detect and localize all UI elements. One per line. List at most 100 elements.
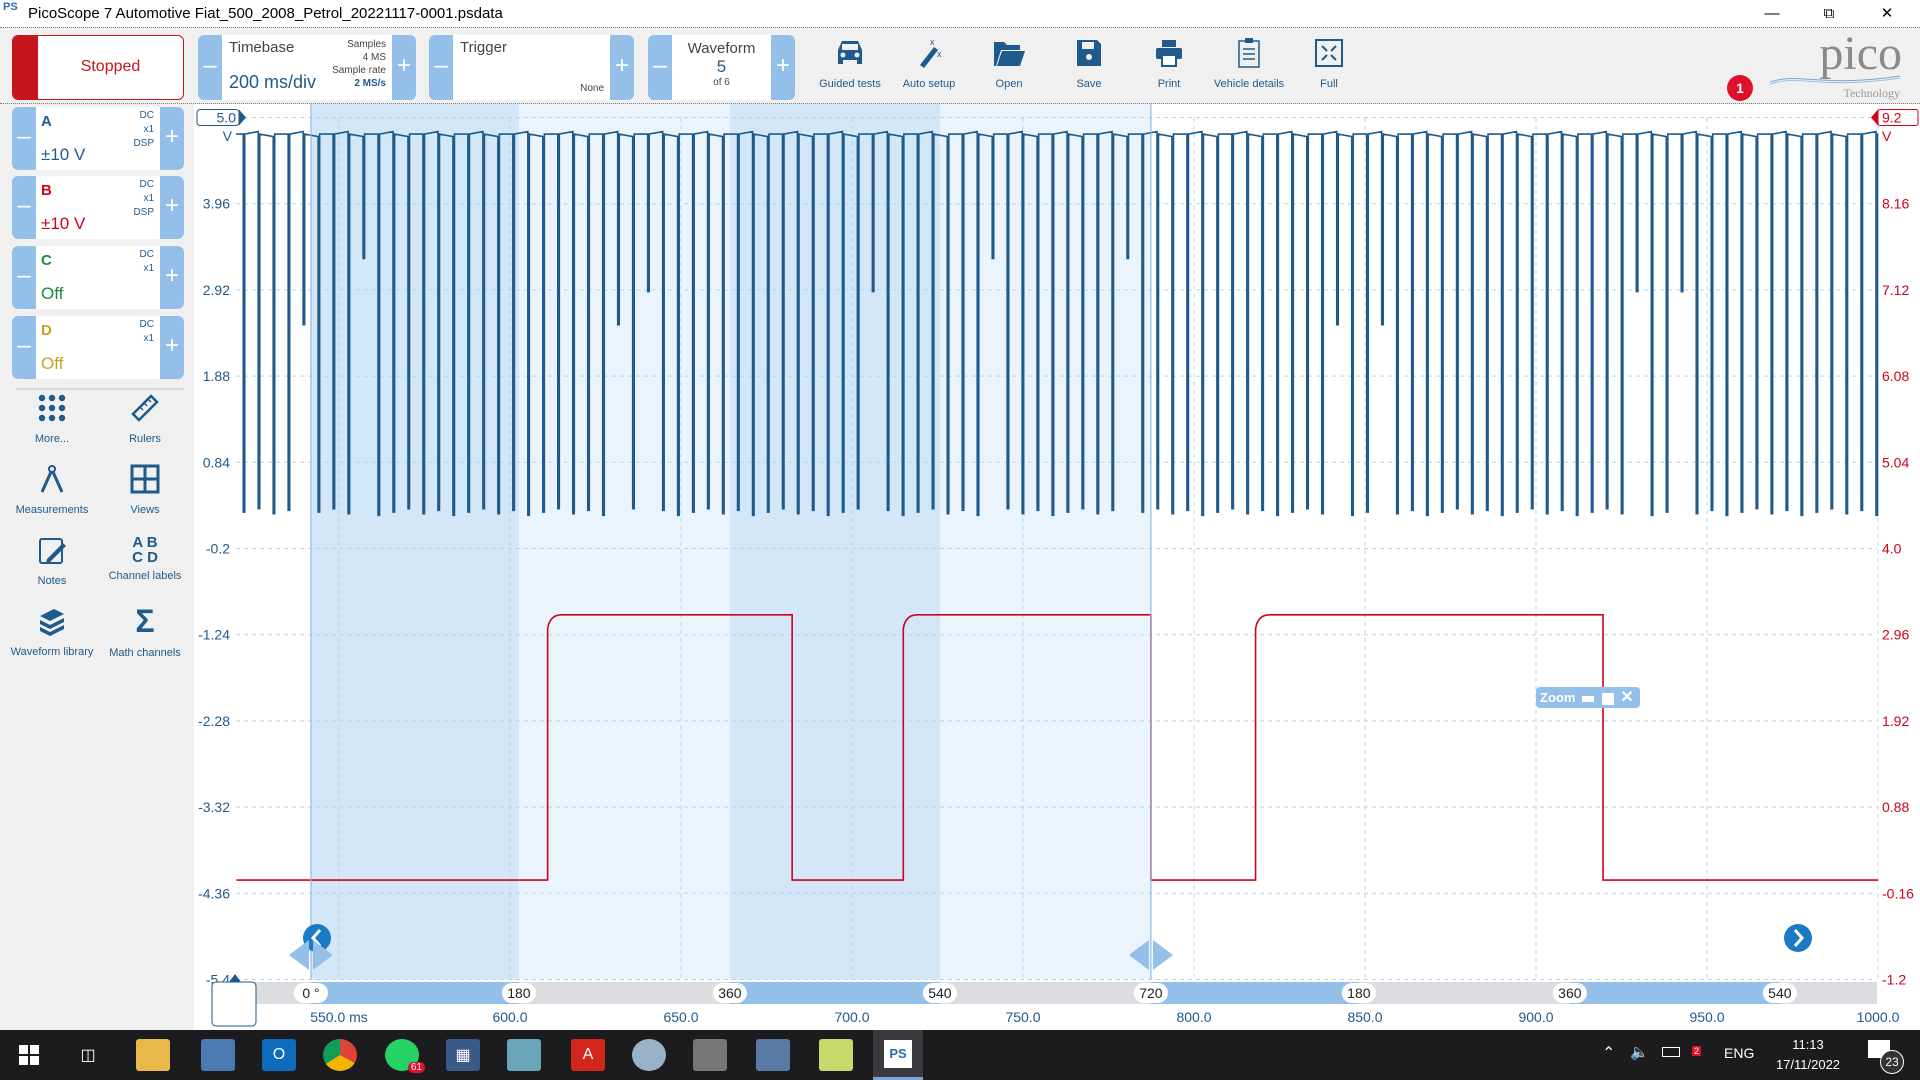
channel-b-coupling: DC xyxy=(139,179,154,190)
right-axis-tick-label: 4.0 xyxy=(1882,541,1902,557)
file-explorer-icon[interactable] xyxy=(136,1039,170,1071)
waveform-previous-button[interactable]: – xyxy=(648,35,672,100)
volume-icon[interactable]: 🔈 xyxy=(1630,1043,1649,1061)
run-stop-button[interactable]: Stopped xyxy=(12,35,184,100)
channel-a-range[interactable]: ±10 V xyxy=(41,145,85,165)
save-button[interactable]: Save xyxy=(1049,34,1129,90)
timebase-increase-button[interactable]: + xyxy=(392,35,416,100)
scope-view[interactable]: 5.0 3.96 2.92 1.88 0.84 -0.2 -1.24 -2.28 -3.32 -4… xyxy=(194,104,1920,1030)
taskbar-app-icon[interactable] xyxy=(756,1039,790,1071)
channel-c-range[interactable]: Off xyxy=(41,284,63,304)
channel-c-control[interactable]: – C Off DC x1 + xyxy=(12,246,184,309)
waveform-label: Waveform xyxy=(687,40,756,57)
printer-icon xyxy=(1129,34,1209,72)
clock[interactable]: 11:13 17/11/2022 xyxy=(1768,1035,1848,1075)
channel-b-range-increase[interactable]: + xyxy=(160,176,184,239)
sample-rate-value: 2 MS/s xyxy=(354,78,386,89)
show-hidden-icons[interactable]: ⌃ xyxy=(1602,1043,1615,1063)
tray-app-badge[interactable]: 2 xyxy=(1692,1046,1702,1056)
auto-setup-button[interactable]: xx Auto setup xyxy=(889,34,969,90)
channel-d-range-increase[interactable]: + xyxy=(160,316,184,379)
notification-badge[interactable]: 1 xyxy=(1727,75,1753,101)
channel-c-range-decrease[interactable]: – xyxy=(12,246,36,309)
channel-d-range[interactable]: Off xyxy=(41,354,63,374)
guided-tests-label: Guided tests xyxy=(819,78,881,90)
auto-setup-label: Auto setup xyxy=(902,78,956,90)
full-label: Full xyxy=(1320,78,1338,90)
channel-a-range-decrease[interactable]: – xyxy=(12,107,36,170)
channel-a-control[interactable]: – A ±10 V DC x1 DSP + xyxy=(12,107,184,170)
wand-icon: xx xyxy=(889,34,969,72)
whatsapp-badge: 61 xyxy=(407,1062,425,1073)
library-icon xyxy=(40,609,64,636)
channel-labels-button[interactable]: A BC D Channel labels xyxy=(100,535,190,583)
paint-icon[interactable] xyxy=(632,1039,666,1071)
x-axis-tick-label: 750.0 xyxy=(1005,1009,1040,1025)
calculator-icon[interactable]: ▦ xyxy=(446,1039,480,1071)
channel-b-range-decrease[interactable]: – xyxy=(12,176,36,239)
zoom-minimize-icon[interactable] xyxy=(1582,695,1595,702)
picoscope-taskbar-button[interactable]: PS xyxy=(873,1030,923,1080)
notes-button[interactable]: Notes xyxy=(7,535,97,588)
chevron-right-icon xyxy=(1784,924,1812,952)
language-indicator[interactable]: ENG xyxy=(1724,1045,1754,1061)
channel-c-range-increase[interactable]: + xyxy=(160,246,184,309)
guided-tests-button[interactable]: Guided tests xyxy=(810,34,890,90)
channel-d-range-decrease[interactable]: – xyxy=(12,316,36,379)
right-axis-tick-label: 0.88 xyxy=(1882,799,1909,815)
waveform-selector[interactable]: Waveform 5 of 6 xyxy=(672,35,771,100)
close-button[interactable]: ✕ xyxy=(1865,2,1909,26)
timebase-value: 200 ms/div xyxy=(229,72,317,92)
battery-icon[interactable] xyxy=(1662,1047,1680,1057)
taskbar-app-icon[interactable] xyxy=(201,1039,235,1071)
channel-d-control[interactable]: – D Off DC x1 + xyxy=(12,316,184,379)
waveform-library-label: Waveform library xyxy=(10,646,94,658)
taskbar-app-icon[interactable] xyxy=(507,1039,541,1071)
picoscope-icon: PS xyxy=(884,1040,912,1068)
channel-b-range[interactable]: ±10 V xyxy=(41,214,85,234)
views-button[interactable]: Views xyxy=(100,464,190,517)
chrome-icon[interactable] xyxy=(323,1039,357,1071)
sample-rate-label: Sample rate xyxy=(332,65,386,76)
open-button[interactable]: Open xyxy=(969,34,1049,90)
timebase-decrease-button[interactable]: – xyxy=(198,35,222,100)
acrobat-icon[interactable]: A xyxy=(571,1039,605,1071)
whatsapp-icon[interactable]: 61 xyxy=(385,1039,425,1073)
scroll-right-button[interactable] xyxy=(1784,924,1812,952)
channel-b-control[interactable]: – B ±10 V DC x1 DSP + xyxy=(12,176,184,239)
waveform-next-button[interactable]: + xyxy=(771,35,795,100)
zoom-close-icon[interactable]: ✕ xyxy=(1620,689,1633,706)
vehicle-details-button[interactable]: Vehicle details xyxy=(1209,34,1289,90)
x-axis-tick-label: 800.0 xyxy=(1176,1009,1211,1025)
trigger-increase-button[interactable]: + xyxy=(610,35,634,100)
more-button[interactable]: More... xyxy=(7,393,97,446)
math-channels-button[interactable]: Σ Math channels xyxy=(100,605,190,660)
views-icon xyxy=(130,464,160,494)
waveform-library-button[interactable]: Waveform library xyxy=(7,606,97,659)
left-axis-tick-label: 2.92 xyxy=(203,282,230,298)
waveform-total: of 6 xyxy=(713,77,730,88)
minimize-button[interactable]: — xyxy=(1750,2,1794,26)
start-button[interactable] xyxy=(12,1039,46,1071)
channel-b-name: B xyxy=(41,182,52,199)
full-screen-button[interactable]: Full xyxy=(1289,34,1369,90)
compass-icon xyxy=(40,465,64,493)
outlook-icon[interactable]: O xyxy=(262,1039,296,1071)
rulers-button[interactable]: Rulers xyxy=(100,393,190,446)
taskbar-app-icon[interactable] xyxy=(693,1039,727,1071)
zoom-overview-widget[interactable]: Zoom ✕ xyxy=(1536,687,1640,708)
timebase-control[interactable]: Timebase 200 ms/div Samples 4 MS Sample … xyxy=(222,35,392,100)
zoom-maximize-icon[interactable] xyxy=(1601,692,1614,705)
right-axis-unit: V xyxy=(1882,128,1892,144)
trigger-control[interactable]: Trigger None xyxy=(453,35,610,100)
trigger-decrease-button[interactable]: – xyxy=(429,35,453,100)
x-axis-tick-label: 850.0 xyxy=(1347,1009,1382,1025)
x-axis-tick-label: 950.0 xyxy=(1689,1009,1724,1025)
channel-a-range-increase[interactable]: + xyxy=(160,107,184,170)
task-view-icon[interactable]: ◫ xyxy=(71,1039,105,1071)
restore-button[interactable]: ⧉ xyxy=(1807,2,1851,26)
print-button[interactable]: Print xyxy=(1129,34,1209,90)
measurements-button[interactable]: Measurements xyxy=(7,464,97,517)
taskbar-app-icon[interactable] xyxy=(819,1039,853,1071)
right-axis-tick-label: 5.04 xyxy=(1882,454,1909,470)
